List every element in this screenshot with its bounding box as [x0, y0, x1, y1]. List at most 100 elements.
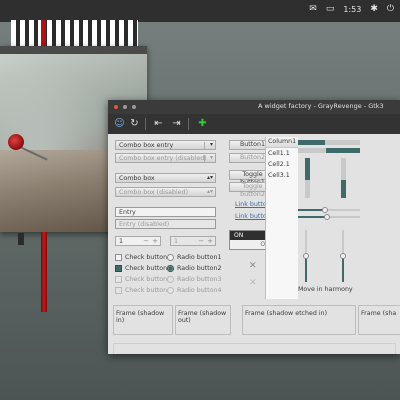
- go-last-icon[interactable]: ⇥: [170, 118, 183, 130]
- minus-icon[interactable]: −: [143, 237, 149, 245]
- scale-handle-2[interactable]: [324, 214, 330, 220]
- checkbox-box: [115, 276, 122, 283]
- striped-window: [11, 20, 138, 47]
- entry-disabled-text: Entry (disabled): [119, 221, 170, 228]
- frame-label: Frame (shadow etched in): [245, 310, 328, 317]
- vscale-handle-2[interactable]: [340, 253, 346, 259]
- combo-box-disabled-text: Combo box (disabled): [119, 189, 189, 196]
- dark-tab: [18, 233, 24, 245]
- entry-field[interactable]: Entry: [115, 207, 216, 217]
- scale-handle-1[interactable]: [322, 207, 328, 213]
- red-stripe: [41, 20, 46, 46]
- photo-flower: [8, 134, 24, 150]
- frame-shadow-out: Frame (shadow out): [175, 305, 231, 335]
- power-icon[interactable]: ⏻: [387, 4, 394, 14]
- frame-shadow-etched-out: Frame (sha: [358, 305, 400, 335]
- tree-cell[interactable]: Cell2.1: [266, 159, 298, 170]
- checkbox-box[interactable]: [115, 265, 122, 272]
- check-button-4: Check button4: [115, 287, 171, 294]
- radio-button-2[interactable]: Radio button2: [167, 265, 221, 272]
- toolbar-separator: [145, 118, 146, 130]
- go-first-icon[interactable]: ⇤: [152, 118, 165, 130]
- toolbar-separator: [188, 118, 189, 130]
- tree-view[interactable]: Column1 Cell1.1 Cell2.1 Cell3.1: [265, 137, 298, 299]
- frame-label: Frame (shadow in): [116, 310, 165, 324]
- chevron-down-icon[interactable]: ▾: [210, 141, 213, 148]
- minus-icon: −: [198, 237, 204, 245]
- plus-icon: +: [207, 237, 213, 245]
- radio-circle: [167, 287, 174, 294]
- tree-cell[interactable]: Cell1.1: [266, 148, 298, 159]
- check-button-2[interactable]: Check button2: [115, 265, 171, 272]
- vscale-fill-1: [305, 256, 307, 282]
- chevron-down-icon: ▾: [209, 154, 213, 161]
- spin-value-2: 1: [174, 238, 179, 245]
- plus-icon[interactable]: +: [152, 237, 158, 245]
- frame-label: Frame (shadow out): [178, 310, 227, 324]
- entry-text: Entry: [119, 209, 136, 216]
- check-button-label: Check button4: [125, 287, 172, 294]
- tree-cell[interactable]: Cell3.1: [266, 170, 298, 181]
- combo-box[interactable]: Combo box ▴▾: [115, 173, 216, 183]
- check-button-3: Check button3: [115, 276, 171, 283]
- combo-separator: [204, 155, 205, 162]
- entry-field-disabled: Entry (disabled): [115, 219, 216, 229]
- progress-bar-fill-2: [326, 148, 360, 153]
- check-button-label: Check button1: [125, 254, 172, 261]
- combo-box-entry[interactable]: Combo box entry ▾: [115, 140, 216, 150]
- minimize-icon[interactable]: [123, 105, 127, 109]
- checkbox-box[interactable]: [115, 254, 122, 261]
- close-icon: ✕: [249, 278, 257, 288]
- check-button-1[interactable]: Check button1: [115, 254, 171, 261]
- progress-bar-vertical-fill: [305, 158, 310, 180]
- radio-circle[interactable]: [167, 254, 174, 261]
- bluetooth-icon[interactable]: ✱: [370, 4, 378, 14]
- close-icon: ✕: [249, 261, 257, 271]
- widget-factory-window[interactable]: A widget factory - GrayRevenge - Gtk3 ☺ …: [108, 100, 400, 354]
- close-icon[interactable]: [114, 105, 118, 109]
- check-button-label: Check button2: [125, 265, 172, 272]
- radio-circle: [167, 276, 174, 283]
- spin-button-2-disabled: 1 − +: [170, 236, 216, 246]
- frame-shadow-in: Frame (shadow in): [113, 305, 173, 335]
- radio-button-3: Radio button3: [167, 276, 221, 283]
- radio-button-label: Radio button2: [177, 265, 222, 272]
- combo-separator: [204, 142, 205, 149]
- radio-button-label: Radio button4: [177, 287, 222, 294]
- spin-value-1: 1: [119, 238, 124, 245]
- panel-indicators: ✉ ▭ 1:53 ✱ ⏻: [309, 4, 394, 14]
- chevron-down-icon: ▴▾: [206, 188, 213, 195]
- panel-clock[interactable]: 1:53: [343, 5, 361, 14]
- bottom-notebook-edge: [113, 343, 396, 354]
- check-button-label: Check button3: [125, 276, 172, 283]
- move-in-harmony-label: Move in harmony: [298, 286, 353, 293]
- spin-button-1[interactable]: 1 − +: [115, 236, 161, 246]
- radio-button-label: Radio button3: [177, 276, 222, 283]
- frame-shadow-etched-in: Frame (shadow etched in): [242, 305, 356, 335]
- tree-column-header[interactable]: Column1: [266, 137, 298, 148]
- radio-button-1[interactable]: Radio button1: [167, 254, 221, 261]
- photo-window-titlebar[interactable]: [0, 46, 147, 54]
- window-title: A widget factory - GrayRevenge - Gtk3: [258, 102, 384, 110]
- mail-icon[interactable]: ✉: [309, 4, 317, 14]
- toolbar: ☺ ↻ ⇤ ⇥ ✚: [108, 114, 400, 134]
- user-icon[interactable]: ☺: [113, 118, 126, 130]
- radio-button-label: Radio button1: [177, 254, 222, 261]
- chevron-down-icon[interactable]: ▴▾: [207, 174, 213, 181]
- refresh-icon[interactable]: ↻: [128, 118, 141, 130]
- maximize-icon[interactable]: [132, 105, 136, 109]
- checkbox-box: [115, 287, 122, 294]
- add-icon[interactable]: ✚: [196, 118, 209, 130]
- vscale-handle-1[interactable]: [303, 253, 309, 259]
- combo-box-entry-disabled: Combo box entry (disabled) ▾: [115, 153, 216, 163]
- vscale-fill-2: [342, 256, 344, 282]
- window-titlebar[interactable]: A widget factory - GrayRevenge - Gtk3: [108, 100, 400, 114]
- combo-box-text: Combo box: [119, 175, 155, 182]
- red-bar: [41, 232, 47, 312]
- combo-box-entry-disabled-text: Combo box entry (disabled): [119, 155, 207, 162]
- top-panel: ✉ ▭ 1:53 ✱ ⏻: [0, 0, 400, 22]
- radio-circle[interactable]: [167, 265, 174, 272]
- battery-icon[interactable]: ▭: [326, 4, 335, 14]
- combo-box-entry-text: Combo box entry: [119, 142, 174, 149]
- progress-bar-vertical-2-fill: [341, 180, 346, 198]
